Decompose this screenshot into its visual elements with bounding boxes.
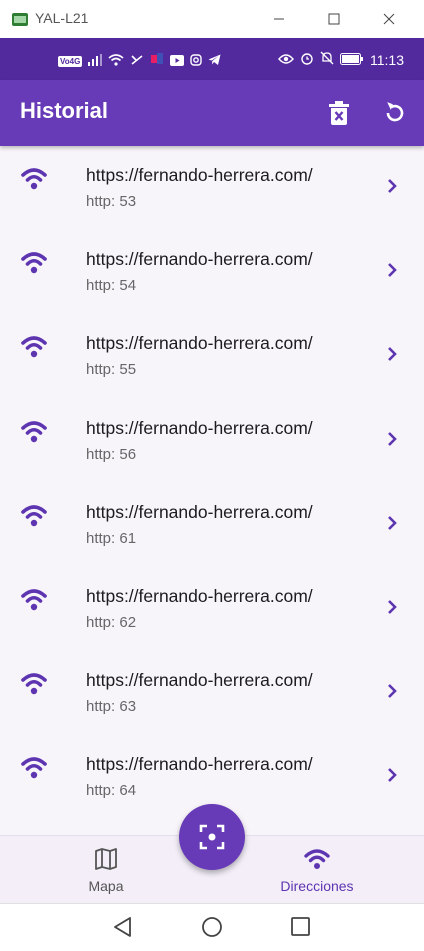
- chevron-right-icon: [384, 260, 400, 280]
- map-icon: [95, 848, 117, 870]
- minimize-button[interactable]: [268, 8, 290, 30]
- chevron-right-icon: [384, 597, 400, 617]
- refresh-button[interactable]: [378, 96, 412, 130]
- history-list-item[interactable]: https://fernando-herrera.com/http: 62: [0, 567, 424, 651]
- nav-label-mapa: Mapa: [88, 878, 124, 894]
- back-button[interactable]: [110, 914, 136, 940]
- wifi-icon: [20, 334, 48, 362]
- recents-button[interactable]: [288, 914, 314, 940]
- history-list-item[interactable]: https://fernando-herrera.com/http: 63: [0, 651, 424, 735]
- status-bar: Vo4G 11:13: [0, 38, 424, 80]
- wifi-icon: [20, 755, 48, 783]
- clock-time: 11:13: [370, 51, 404, 68]
- wifi-icon: [20, 250, 48, 278]
- wifi-status-icon: [108, 53, 124, 71]
- wifi-icon: [20, 419, 48, 447]
- history-list-item[interactable]: https://fernando-herrera.com/http: 53: [0, 146, 424, 230]
- signal-icon: [88, 53, 103, 71]
- history-list-item[interactable]: https://fernando-herrera.com/http: 56: [0, 399, 424, 483]
- system-navigation-bar: [0, 903, 424, 951]
- eye-comfort-icon: [278, 52, 294, 68]
- phone-screen: Vo4G 11:13 Historial https://fernando-he…: [0, 38, 424, 951]
- window-title: YAL-L21: [35, 10, 89, 26]
- wifi-icon: [20, 166, 48, 194]
- chevron-right-icon: [384, 765, 400, 785]
- nav-item-direcciones[interactable]: Direcciones: [257, 848, 377, 894]
- wifi-icon: [20, 587, 48, 615]
- instagram-icon: [190, 53, 203, 71]
- history-item-url: https://fernando-herrera.com/: [86, 501, 313, 522]
- history-item-id: http: 56: [86, 445, 137, 463]
- battery-icon: [340, 52, 364, 68]
- back-triangle-icon: [114, 917, 131, 937]
- alarm-icon: [300, 51, 314, 68]
- history-item-id: http: 55: [86, 361, 137, 379]
- history-item-url: https://fernando-herrera.com/: [86, 165, 313, 185]
- wifi-icon: [20, 503, 48, 531]
- delete-all-button[interactable]: [322, 96, 356, 130]
- maximize-button[interactable]: [323, 8, 345, 30]
- history-item-id: http: 62: [86, 613, 137, 631]
- home-circle-icon: [202, 917, 222, 937]
- status-icons-right: 11:13: [278, 51, 404, 68]
- page-title: Historial: [20, 98, 109, 123]
- history-item-url: https://fernando-herrera.com/: [86, 333, 313, 354]
- mute-bell-icon: [320, 51, 334, 68]
- chevron-right-icon: [384, 176, 400, 196]
- app-bar: Historial: [0, 80, 424, 146]
- history-list-item[interactable]: https://fernando-herrera.com/http: 55: [0, 314, 424, 398]
- chevron-right-icon: [384, 513, 400, 533]
- history-list-item[interactable]: https://fernando-herrera.com/http: 54: [0, 230, 424, 314]
- volte-badge: Vo4G: [58, 56, 83, 67]
- history-item-id: http: 54: [86, 277, 137, 295]
- delete-forever-icon: [329, 101, 349, 125]
- history-list: https://fernando-herrera.com/http: 53 htt…: [0, 146, 424, 836]
- history-item-id: http: 64: [86, 782, 137, 800]
- chevron-right-icon: [384, 681, 400, 701]
- window-titlebar: YAL-L21: [0, 0, 424, 38]
- no-call-icon: [130, 53, 144, 71]
- wifi-icon: [20, 671, 48, 699]
- history-item-id: http: 61: [86, 529, 137, 547]
- close-button[interactable]: [378, 8, 400, 30]
- wifi-icon: [304, 849, 330, 869]
- chevron-right-icon: [384, 344, 400, 364]
- recents-square-icon: [291, 917, 310, 936]
- history-list-item[interactable]: https://fernando-herrera.com/http: 61: [0, 483, 424, 567]
- home-button[interactable]: [199, 914, 225, 940]
- nav-label-direcciones: Direcciones: [280, 878, 354, 894]
- history-item-id: http: 53: [86, 193, 137, 210]
- history-item-id: http: 63: [86, 698, 137, 716]
- history-item-url: https://fernando-herrera.com/: [86, 417, 313, 438]
- android-app-icon: [12, 11, 28, 27]
- nav-item-mapa[interactable]: Mapa: [46, 848, 166, 894]
- scan-fab-button[interactable]: [179, 804, 245, 870]
- telegram-icon: [208, 53, 221, 71]
- status-icons-left: Vo4G: [58, 52, 221, 71]
- history-item-url: https://fernando-herrera.com/: [86, 249, 313, 270]
- refresh-icon: [386, 102, 404, 122]
- history-item-url: https://fernando-herrera.com/: [86, 670, 313, 691]
- youtube-icon: [170, 53, 185, 71]
- history-item-url: https://fernando-herrera.com/: [86, 585, 313, 606]
- chevron-right-icon: [384, 429, 400, 449]
- qr-scan-icon: [199, 824, 225, 850]
- history-item-url: https://fernando-herrera.com/: [86, 754, 313, 775]
- app-notification-icon: [150, 52, 164, 71]
